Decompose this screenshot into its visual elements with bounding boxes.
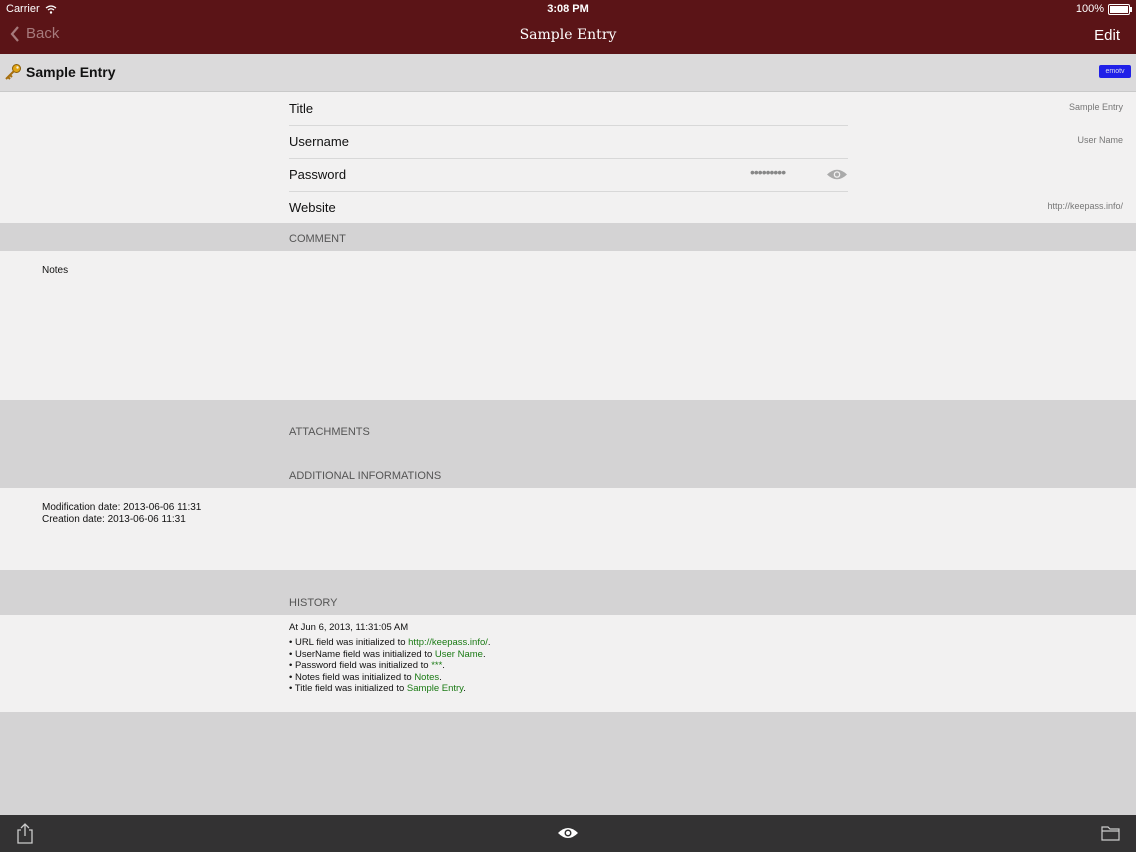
navigation-bar: Back Sample Entry Edit (0, 18, 1136, 54)
folder-icon[interactable] (1101, 825, 1120, 841)
field-value: Sample Entry (1068, 102, 1123, 112)
eye-icon[interactable] (826, 168, 848, 181)
list-item: • URL field was initialized to http://ke… (289, 637, 491, 648)
field-value: User Name (1077, 135, 1123, 145)
password-dots: ••••••••• (750, 164, 786, 180)
entry-header: Sample Entry emotv (0, 54, 1136, 92)
entry-title-group: Sample Entry (4, 63, 115, 81)
field-label: Website (289, 200, 336, 215)
fields-panel: Title Sample Entry Username User Name Pa… (0, 92, 1136, 223)
field-row-password[interactable]: Password ••••••••• (289, 158, 848, 192)
list-item: • UserName field was initialized to User… (289, 648, 486, 660)
field-row-title[interactable]: Title Sample Entry (289, 92, 1123, 126)
list-item: • Password field was initialized to ***. (289, 660, 445, 672)
history-heading: HISTORY (289, 597, 338, 609)
status-right: 100% (1075, 3, 1132, 15)
eye-icon[interactable] (557, 826, 579, 840)
share-icon[interactable] (16, 822, 34, 844)
list-item: • Title field was initialized to Sample … (289, 683, 466, 695)
battery-icon (1108, 3, 1132, 15)
comment-panel: Notes (0, 251, 1136, 400)
history-timestamp: At Jun 6, 2013, 11:31:05 AM (289, 622, 409, 633)
modification-date: Modification date: 2013-06-06 11:31 (42, 502, 202, 513)
status-bar: Carrier 3:08 PM 100% (0, 0, 1136, 18)
field-label: Password (289, 167, 347, 182)
history-list: • URL field was initialized to http://ke… (289, 637, 491, 695)
additional-heading: ADDITIONAL INFORMATIONS (289, 470, 442, 482)
key-icon (5, 64, 21, 80)
comment-heading: COMMENT (289, 233, 346, 245)
field-label: Title (289, 101, 314, 116)
field-row-website[interactable]: Website http://keepass.info/ (289, 191, 1123, 224)
edit-button[interactable]: Edit (1094, 27, 1120, 44)
entry-title: Sample Entry (26, 64, 116, 80)
nav-title: Sample Entry (519, 27, 617, 43)
field-label: Username (289, 134, 349, 149)
battery-percent: 100% (1075, 3, 1104, 15)
list-item: • Notes field was initialized to Notes. (289, 671, 442, 683)
history-panel: At Jun 6, 2013, 11:31:05 AM • URL field … (0, 615, 1136, 712)
field-row-username[interactable]: Username User Name (289, 125, 1123, 159)
attachments-heading: ATTACHMENTS (289, 426, 370, 438)
field-value: http://keepass.info/ (1047, 201, 1123, 211)
badge-button[interactable]: emotv (1099, 65, 1131, 78)
bottom-toolbar (0, 815, 1136, 852)
comment-text: Notes (42, 265, 69, 276)
status-time: 3:08 PM (547, 3, 589, 15)
creation-date: Creation date: 2013-06-06 11:31 (42, 514, 186, 525)
additional-panel: Modification date: 2013-06-06 11:31 Crea… (0, 488, 1136, 570)
